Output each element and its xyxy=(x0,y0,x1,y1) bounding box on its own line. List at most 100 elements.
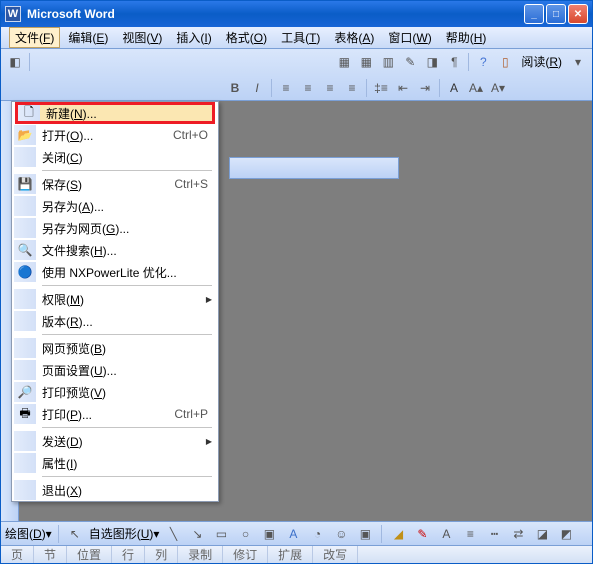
indent-right-icon[interactable]: ⇥ xyxy=(415,78,435,98)
separator xyxy=(271,79,272,97)
standard-toolbar: ◧ ▦ ▦ ▥ ✎ ◨ ¶ ? ▯ 阅读(R) ▾ B I ≡ ≡ ≡ ≡ xyxy=(1,49,592,101)
menu-item-O[interactable]: 📂打开(O)...Ctrl+O xyxy=(12,124,218,146)
menu-item-C[interactable]: 关闭(C) xyxy=(12,146,218,168)
align-right-icon[interactable]: ≡ xyxy=(320,78,340,98)
menu-item-shortcut: Ctrl+O xyxy=(173,128,208,142)
menu-t[interactable]: 工具(T) xyxy=(275,27,326,48)
submenu-arrow-icon: ▶ xyxy=(206,437,212,446)
menu-w[interactable]: 窗口(W) xyxy=(382,27,437,48)
menu-item-使用 NXPowerLite 优化...[interactable]: 🔵使用 NXPowerLite 优化... xyxy=(12,261,218,283)
select-objects-icon[interactable]: ↖ xyxy=(65,524,85,544)
line-color-icon[interactable]: ✎ xyxy=(412,524,432,544)
blank-icon xyxy=(14,311,36,331)
menu-item-U[interactable]: 页面设置(U)... xyxy=(12,359,218,381)
menu-separator xyxy=(42,170,212,171)
autoshapes-menu-button[interactable]: 自选图形(U)▾ xyxy=(89,525,160,542)
align-justify-icon[interactable]: ≡ xyxy=(342,78,362,98)
status-cell: 列 xyxy=(145,546,178,563)
menu-item-D[interactable]: 发送(D)▶ xyxy=(12,430,218,452)
arrow-icon[interactable]: ↘ xyxy=(187,524,207,544)
table-icon[interactable]: ▦ xyxy=(334,52,354,72)
toolbar-placeholder-icon[interactable]: ◧ xyxy=(5,52,25,72)
print-icon: 🖶 xyxy=(14,404,36,424)
clipart-icon[interactable]: ☺ xyxy=(331,524,351,544)
indent-left-icon[interactable]: ⇤ xyxy=(393,78,413,98)
menu-f[interactable]: 文件(F) xyxy=(9,27,60,48)
align-center-icon[interactable]: ≡ xyxy=(298,78,318,98)
menu-item-G[interactable]: 另存为网页(G)... xyxy=(12,217,218,239)
oval-icon[interactable]: ○ xyxy=(235,524,255,544)
menu-item-V[interactable]: 🔎打印预览(V) xyxy=(12,381,218,403)
wordart-icon[interactable]: A xyxy=(283,524,303,544)
menu-item-label: 打印(P)... xyxy=(42,406,168,423)
menu-item-X[interactable]: 退出(X) xyxy=(12,479,218,501)
menu-item-H[interactable]: 🔍文件搜索(H)... xyxy=(12,239,218,261)
dropdown-icon[interactable]: ▾ xyxy=(568,52,588,72)
columns-icon[interactable]: ▥ xyxy=(378,52,398,72)
menu-h[interactable]: 帮助(H) xyxy=(440,27,493,48)
status-cell: 扩展 xyxy=(268,546,313,563)
menu-e[interactable]: 编辑(E) xyxy=(62,27,114,48)
read-button[interactable]: 阅读(R) xyxy=(517,53,566,70)
menu-item-I[interactable]: 属性(I) xyxy=(12,452,218,474)
menu-item-N[interactable]: 🗋新建(N)... xyxy=(15,102,215,124)
line-style-icon[interactable]: ≡ xyxy=(460,524,480,544)
app-window: W Microsoft Word _ □ ✕ 文件(F)编辑(E)视图(V)插入… xyxy=(0,0,593,564)
menu-item-A[interactable]: 另存为(A)... xyxy=(12,195,218,217)
menubar: 文件(F)编辑(E)视图(V)插入(I)格式(O)工具(T)表格(A)窗口(W)… xyxy=(1,27,592,49)
align-left-icon[interactable]: ≡ xyxy=(276,78,296,98)
help-icon[interactable]: ? xyxy=(473,52,493,72)
menu-item-B[interactable]: 网页预览(B) xyxy=(12,337,218,359)
line-spacing-icon[interactable]: ‡≡ xyxy=(371,78,391,98)
maximize-button[interactable]: □ xyxy=(546,4,566,24)
textbox-icon[interactable]: ▣ xyxy=(259,524,279,544)
show-all-icon[interactable]: ¶ xyxy=(444,52,464,72)
font-color-icon[interactable]: A xyxy=(444,78,464,98)
menu-i[interactable]: 插入(I) xyxy=(170,27,217,48)
picture-icon[interactable]: ▣ xyxy=(355,524,375,544)
book-icon[interactable]: ▯ xyxy=(495,52,515,72)
fill-color-icon[interactable]: ◢ xyxy=(388,524,408,544)
arrow-style-icon[interactable]: ⇄ xyxy=(508,524,528,544)
shrink-font-icon[interactable]: A▾ xyxy=(488,78,508,98)
italic-button[interactable]: I xyxy=(247,78,267,98)
dash-style-icon[interactable]: ┅ xyxy=(484,524,504,544)
docmap-icon[interactable]: ◨ xyxy=(422,52,442,72)
draw-menu-button[interactable]: 绘图(D)▾ xyxy=(5,525,52,542)
menu-item-P[interactable]: 🖶打印(P)...Ctrl+P xyxy=(12,403,218,425)
new-doc-icon: 🗋 xyxy=(18,103,40,123)
font-color-draw-icon[interactable]: A xyxy=(436,524,456,544)
excel-icon[interactable]: ▦ xyxy=(356,52,376,72)
line-icon[interactable]: ╲ xyxy=(163,524,183,544)
diagram-icon[interactable]: ◔ xyxy=(307,524,327,544)
menu-item-S[interactable]: 💾保存(S)Ctrl+S xyxy=(12,173,218,195)
menu-a[interactable]: 表格(A) xyxy=(328,27,380,48)
menu-item-label: 关闭(C) xyxy=(42,149,212,166)
status-cell: 节 xyxy=(34,546,67,563)
menu-item-label: 页面设置(U)... xyxy=(42,362,212,379)
blank-icon xyxy=(14,218,36,238)
menu-item-R[interactable]: 版本(R)... xyxy=(12,310,218,332)
submenu-arrow-icon: ▶ xyxy=(206,295,212,304)
menu-o[interactable]: 格式(O) xyxy=(220,27,273,48)
rectangle-icon[interactable]: ▭ xyxy=(211,524,231,544)
floating-toolbar[interactable] xyxy=(229,157,399,179)
grow-font-icon[interactable]: A▴ xyxy=(466,78,486,98)
close-button[interactable]: ✕ xyxy=(568,4,588,24)
3d-icon[interactable]: ◩ xyxy=(556,524,576,544)
menu-v[interactable]: 视图(V) xyxy=(116,27,168,48)
blank-icon xyxy=(14,338,36,358)
minimize-button[interactable]: _ xyxy=(524,4,544,24)
menu-item-label: 属性(I) xyxy=(42,455,212,472)
drawing-toggle-icon[interactable]: ✎ xyxy=(400,52,420,72)
bold-button[interactable]: B xyxy=(225,78,245,98)
menu-item-M[interactable]: 权限(M)▶ xyxy=(12,288,218,310)
blank-icon xyxy=(14,453,36,473)
blank-icon xyxy=(14,147,36,167)
menu-item-label: 打开(O)... xyxy=(42,127,167,144)
shadow-icon[interactable]: ◪ xyxy=(532,524,552,544)
blank-icon xyxy=(14,196,36,216)
menu-separator xyxy=(42,476,212,477)
drawing-toolbar: 绘图(D)▾ ↖ 自选图形(U)▾ ╲ ↘ ▭ ○ ▣ A ◔ ☺ ▣ ◢ ✎ … xyxy=(1,521,592,545)
menu-item-label: 文件搜索(H)... xyxy=(42,242,212,259)
